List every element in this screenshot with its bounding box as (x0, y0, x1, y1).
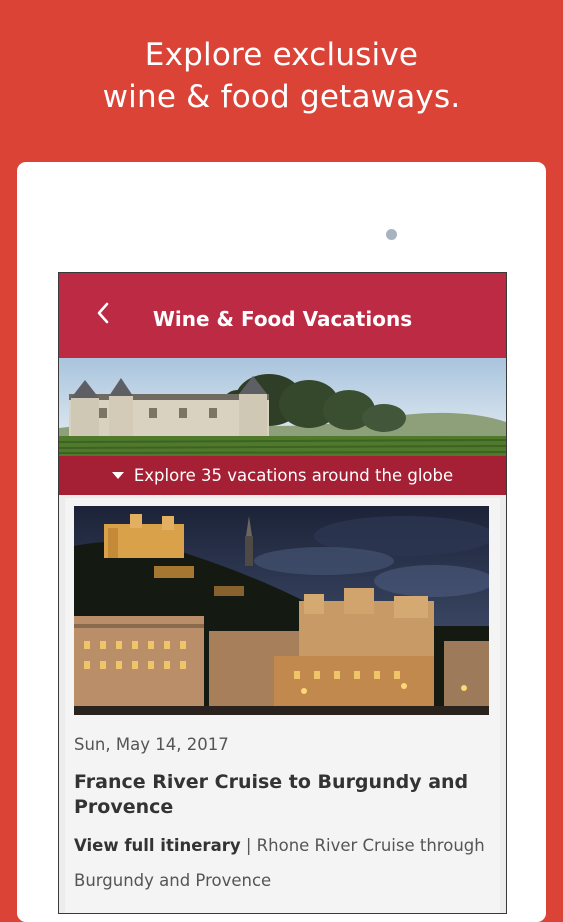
promo-heading: Explore exclusive wine & food getaways. (0, 34, 563, 118)
page-title: Wine & Food Vacations (152, 307, 413, 331)
explore-vacations-dropdown[interactable]: Explore 35 vacations around the globe (59, 456, 506, 495)
separator: | (240, 836, 257, 855)
vacation-card[interactable]: Sun, May 14, 2017 France River Cruise to… (65, 498, 500, 913)
caret-down-icon (111, 472, 124, 479)
card-date: Sun, May 14, 2017 (74, 735, 229, 754)
promo-line-2: wine & food getaways. (102, 79, 461, 115)
app-screen: Wine & Food Vacations Explore 35 vacatio… (58, 272, 507, 914)
hero-image (59, 358, 506, 456)
app-bar: Wine & Food Vacations (59, 273, 506, 358)
view-itinerary-link[interactable]: View full itinerary (74, 836, 241, 855)
card-title[interactable]: France River Cruise to Burgundy and Prov… (74, 770, 484, 820)
card-photo (74, 506, 489, 715)
promo-line-1: Explore exclusive (144, 37, 419, 73)
tablet-camera (386, 229, 397, 240)
card-description: View full itinerary | Rhone River Cruise… (74, 828, 494, 898)
chevron-left-icon (97, 302, 109, 324)
back-button[interactable] (81, 291, 125, 335)
explore-label: Explore 35 vacations around the globe (133, 466, 454, 485)
